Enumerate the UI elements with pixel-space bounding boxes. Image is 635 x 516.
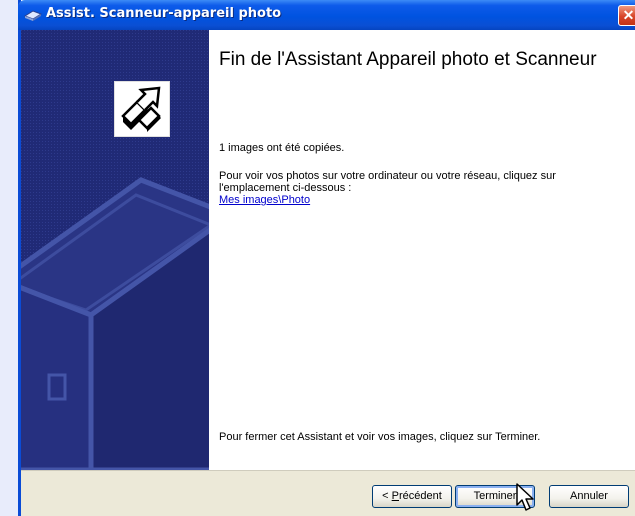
transfer-arrows-icon xyxy=(114,81,170,137)
copied-count-text: 1 images ont été copiées. xyxy=(219,142,345,154)
close-button[interactable]: ✕ xyxy=(618,5,635,26)
wizard-window: Assist. Scanneur-appareil photo ✕ Fin de… xyxy=(18,0,635,516)
cancel-button-label: Annuler xyxy=(570,490,608,502)
cancel-button[interactable]: Annuler xyxy=(549,485,629,508)
photo-location-link[interactable]: Mes images\Photo xyxy=(219,194,310,206)
page-title: Fin de l'Assistant Appareil photo et Sca… xyxy=(219,49,597,70)
button-bar: < Précédent Terminer Annuler xyxy=(21,470,635,516)
wizard-content: Fin de l'Assistant Appareil photo et Sca… xyxy=(209,30,635,470)
finish-button-label: Terminer xyxy=(473,490,517,502)
title-bar[interactable]: Assist. Scanneur-appareil photo ✕ xyxy=(18,0,635,30)
back-button-label: récédent xyxy=(399,490,442,502)
instruction-text-line1: Pour voir vos photos sur votre ordinateu… xyxy=(219,170,556,182)
mouse-pointer-icon xyxy=(516,483,534,511)
back-button[interactable]: < Précédent xyxy=(372,485,452,508)
close-icon: ✕ xyxy=(622,7,635,23)
scanner-camera-icon xyxy=(23,7,43,23)
wizard-side-banner xyxy=(21,30,209,470)
finish-instruction-text: Pour fermer cet Assistant et voir vos im… xyxy=(219,431,541,443)
back-button-prefix: < xyxy=(382,490,392,502)
instruction-text-line2: l'emplacement ci-dessous : xyxy=(219,182,352,194)
window-title: Assist. Scanneur-appareil photo xyxy=(46,6,282,21)
back-button-accelerator: P xyxy=(391,490,399,502)
